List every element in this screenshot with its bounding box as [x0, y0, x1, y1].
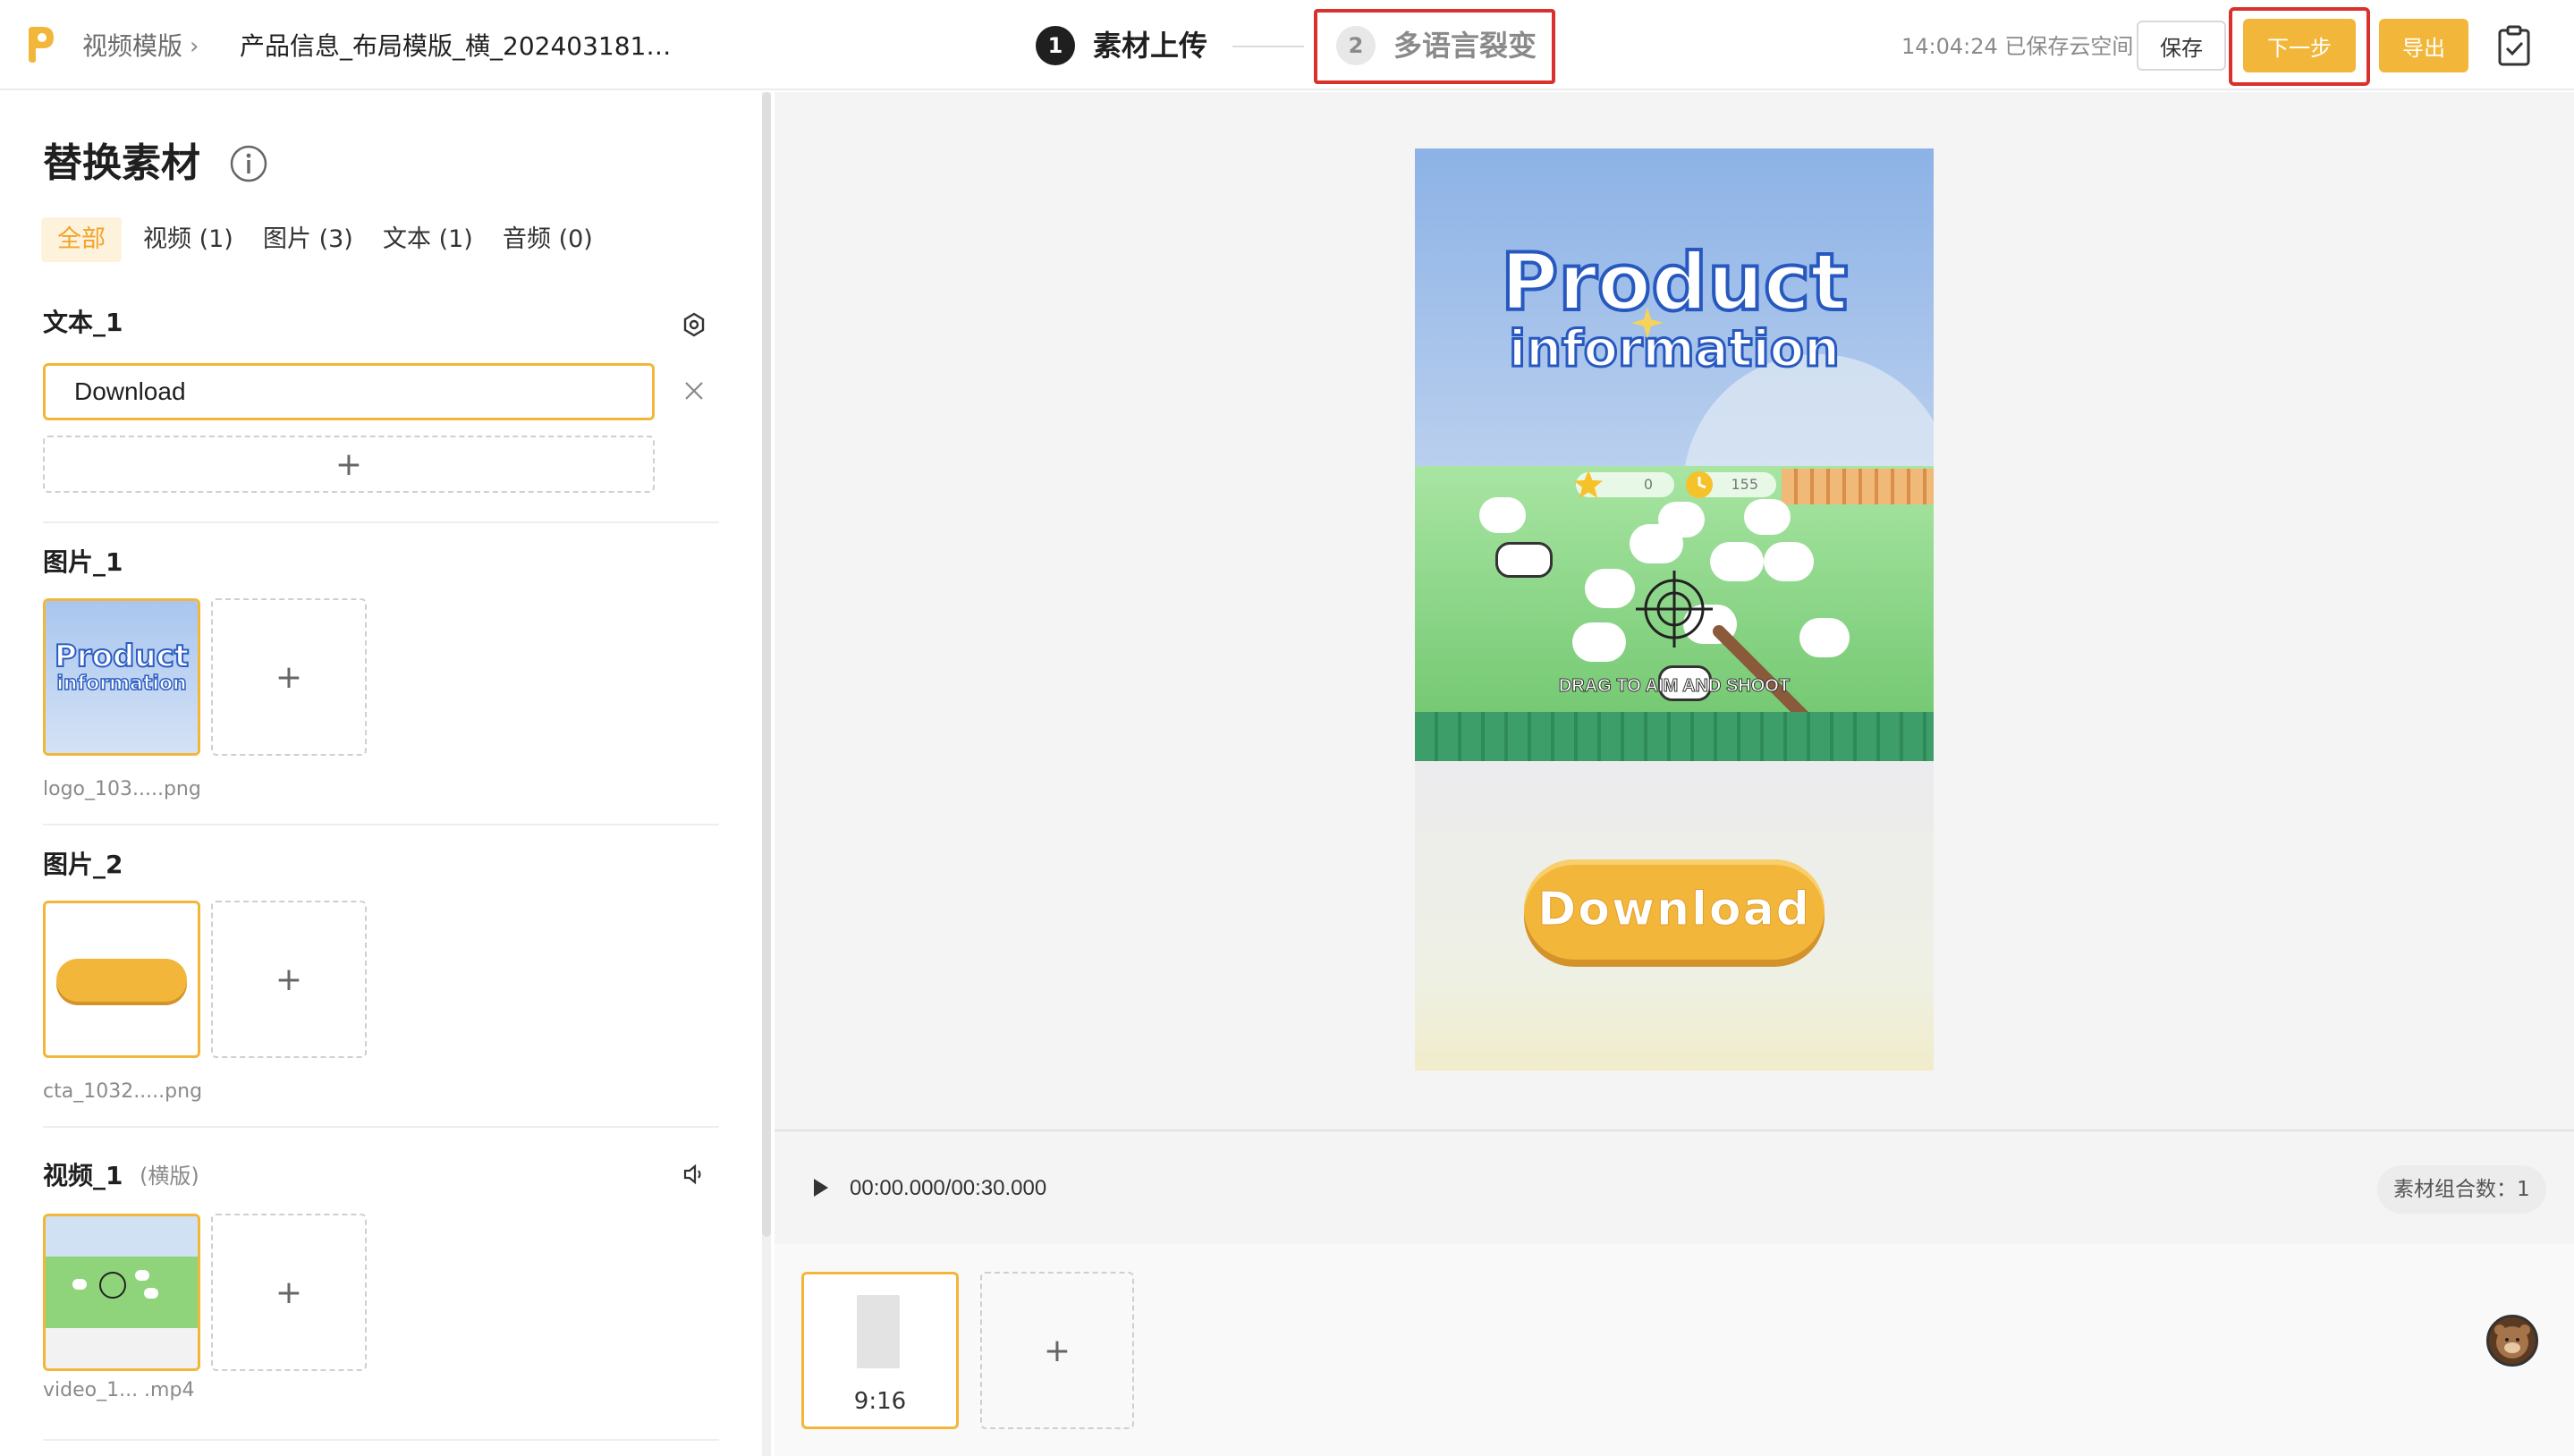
cow: [1495, 542, 1553, 578]
speaker-icon[interactable]: [682, 1162, 707, 1187]
image-2-filename: cta_1032.....png: [43, 1080, 203, 1103]
tab-audio[interactable]: 音频 (0): [503, 217, 593, 262]
tab-text[interactable]: 文本 (1): [383, 217, 473, 262]
sheep: [1479, 497, 1526, 533]
clear-icon[interactable]: [683, 380, 705, 402]
video-1-filename: video_1... .mp4: [43, 1379, 195, 1401]
crosshair-icon: [1636, 571, 1713, 648]
step-2-multilingual[interactable]: 多语言裂变: [1393, 26, 1537, 65]
sheep: [1764, 542, 1814, 581]
image-1-title: 图片_1: [43, 547, 123, 577]
section-divider: [43, 1126, 719, 1128]
image-2-thumbnail[interactable]: [43, 901, 200, 1058]
next-step-button[interactable]: 下一步: [2243, 19, 2356, 72]
video-1-add-button[interactable]: +: [211, 1214, 367, 1371]
text-1-title: 文本_1: [43, 308, 123, 337]
tab-image[interactable]: 图片 (3): [263, 217, 353, 262]
replace-material-panel: 替换素材 全部 视频 (1) 图片 (3) 文本 (1) 音频 (0) 文本_1…: [0, 92, 762, 1456]
clock-icon: [1686, 471, 1713, 498]
preview-logo-line-1: Product: [1499, 236, 1850, 328]
video-1-thumbnail[interactable]: [43, 1214, 200, 1371]
breadcrumb-chevron-icon: ›: [190, 33, 199, 60]
section-divider: [43, 521, 719, 523]
bear-icon: [2494, 1325, 2530, 1359]
export-button[interactable]: 导出: [2379, 19, 2468, 72]
sheep: [1572, 622, 1626, 662]
text-1-add-button[interactable]: +: [43, 436, 655, 493]
text-1-input[interactable]: [43, 363, 655, 420]
top-bar: 视频模版 › 产品信息_布局模版_横_2024031813... 1 素材上传 …: [0, 0, 2574, 90]
image-1-thumb-text: Product: [54, 639, 190, 674]
tab-video[interactable]: 视频 (1): [143, 217, 233, 262]
app-logo-icon[interactable]: [25, 25, 55, 64]
section-divider: [43, 824, 719, 825]
play-icon[interactable]: [812, 1177, 830, 1198]
sheep: [1630, 524, 1683, 563]
sheep: [1710, 542, 1764, 581]
game-bottom-fence: [1415, 712, 1934, 761]
step-1-material-upload[interactable]: 素材上传: [1093, 26, 1207, 65]
game-hint-text: DRAG TO AIM AND SHOOT: [1558, 676, 1791, 697]
video-1-orientation: (横版): [140, 1164, 199, 1189]
project-title[interactable]: 产品信息_布局模版_横_2024031813...: [240, 29, 678, 64]
image-1-thumbnail[interactable]: Product information: [43, 598, 200, 756]
playback-timecode: 00:00.000/00:30.000: [850, 1176, 1047, 1200]
save-button[interactable]: 保存: [2137, 21, 2226, 71]
preview-logo-line-2: information: [1508, 320, 1842, 378]
clipboard-check-icon[interactable]: [2496, 25, 2532, 66]
sheep: [1585, 569, 1635, 608]
panel-title: 替换素材: [43, 140, 200, 186]
ratio-label: 9:16: [853, 1388, 907, 1415]
video-1-title: 视频_1: [43, 1161, 123, 1190]
assistant-avatar-icon[interactable]: [2486, 1315, 2538, 1367]
preview-download-cta[interactable]: Download: [1524, 859, 1825, 960]
image-2-add-button[interactable]: +: [211, 901, 367, 1058]
game-fence: [1782, 469, 1934, 504]
image-2-title: 图片_2: [43, 850, 123, 879]
tab-all[interactable]: 全部: [41, 217, 122, 262]
logo-sparkle-icon: [1631, 307, 1664, 339]
panel-scrollbar-thumb[interactable]: [762, 92, 771, 1237]
step-2-number: 2: [1336, 26, 1376, 65]
info-icon[interactable]: [229, 144, 268, 183]
image-1-filename: logo_103.....png: [43, 778, 201, 800]
star-icon: [1574, 470, 1603, 498]
video-preview-frame[interactable]: Product information 0 155 DRAG TO AIM AN…: [1415, 148, 1934, 1071]
settings-icon[interactable]: [682, 312, 707, 337]
material-combination-count: 素材组合数：1: [2377, 1165, 2546, 1214]
section-divider: [43, 1439, 719, 1441]
add-ratio-button[interactable]: +: [980, 1272, 1134, 1429]
image-1-thumb-subtext: information: [56, 672, 188, 696]
save-status-text: 14:04:24 已保存云空间: [1901, 34, 2134, 59]
step-1-number: 1: [1036, 26, 1075, 65]
cta-pill-shape: [56, 959, 187, 1002]
sheep: [1744, 499, 1791, 535]
step-connector: [1232, 46, 1304, 47]
image-1-add-button[interactable]: +: [211, 598, 367, 756]
breadcrumb-video-templates[interactable]: 视频模版: [82, 29, 182, 64]
portrait-ratio-icon: [857, 1295, 900, 1368]
